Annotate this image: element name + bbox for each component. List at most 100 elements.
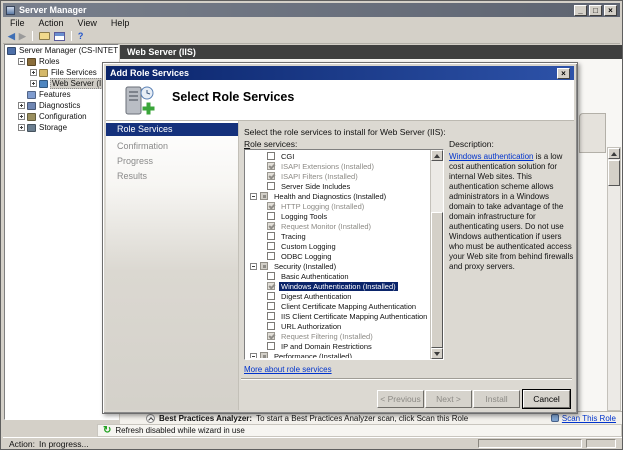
role-service-basic-authentication[interactable]: Basic Authentication [279, 272, 351, 281]
collapse-chevron-icon[interactable] [146, 414, 155, 423]
role-service-windows-authentication-installed[interactable]: Windows Authentication (Installed) [279, 282, 398, 291]
menu-file[interactable]: File [3, 18, 32, 28]
role-service-ip-and-domain-restrictions[interactable]: IP and Domain Restrictions [279, 342, 374, 351]
list-vertical-scrollbar[interactable] [430, 150, 443, 359]
back-icon[interactable]: ◀ [8, 31, 15, 42]
menu-help[interactable]: Help [104, 18, 137, 28]
step-results[interactable]: Results [106, 169, 238, 184]
role-service-checkbox[interactable] [267, 292, 275, 300]
plus-expander-icon[interactable] [18, 113, 25, 120]
role-service-checkbox[interactable] [260, 352, 268, 358]
scrollbar-thumb[interactable] [608, 160, 620, 186]
step-confirmation[interactable]: Confirmation [106, 139, 238, 154]
role-service-server-side-includes[interactable]: Server Side Includes [279, 182, 352, 191]
role-service-client-certificate-mapping-authentication[interactable]: Client Certificate Mapping Authenticatio… [279, 302, 418, 311]
role-service-performance-installed[interactable]: Performance (Installed) [272, 352, 354, 359]
role-service-checkbox[interactable] [267, 312, 275, 320]
role-service-http-logging-installed[interactable]: HTTP Logging (Installed) [279, 202, 366, 211]
tree-item-diagnostics[interactable]: Diagnostics [38, 101, 81, 110]
content-vertical-scrollbar[interactable] [607, 147, 621, 411]
role-service-checkbox[interactable] [267, 222, 275, 230]
folder-icon[interactable] [39, 32, 50, 40]
role-services-label: Role services: [244, 139, 297, 149]
role-service-row: Health and Diagnostics (Installed) [246, 191, 429, 201]
role-service-checkbox[interactable] [267, 252, 275, 260]
bpa-title: Best Practices Analyzer: [159, 414, 252, 423]
role-service-tracing[interactable]: Tracing [279, 232, 308, 241]
previous-button[interactable]: < Previous [377, 390, 424, 408]
role-service-checkbox[interactable] [267, 172, 275, 180]
list-scroll-down-icon[interactable] [431, 348, 443, 359]
dialog-main-pane: Select the role services to install for … [239, 121, 574, 410]
role-service-checkbox[interactable] [267, 242, 275, 250]
minimize-button[interactable]: _ [574, 5, 587, 16]
role-service-checkbox[interactable] [267, 152, 275, 160]
tree-item-roles[interactable]: Roles [38, 57, 60, 66]
plus-expander-icon[interactable] [18, 124, 25, 131]
install-button[interactable]: Install [473, 390, 520, 408]
next-button[interactable]: Next > [425, 390, 472, 408]
menu-view[interactable]: View [71, 18, 104, 28]
role-service-custom-logging[interactable]: Custom Logging [279, 242, 338, 251]
tree-item-storage[interactable]: Storage [38, 123, 68, 132]
more-about-role-services-link[interactable]: More about role services [244, 365, 332, 374]
cancel-button[interactable]: Cancel [523, 390, 570, 408]
role-service-checkbox[interactable] [267, 302, 275, 310]
role-service-checkbox[interactable] [267, 272, 275, 280]
role-service-row: HTTP Logging (Installed) [246, 201, 429, 211]
menu-action[interactable]: Action [32, 18, 71, 28]
role-service-checkbox[interactable] [267, 162, 275, 170]
role-service-checkbox[interactable] [267, 202, 275, 210]
role-service-iis-client-certificate-mapping-authentication[interactable]: IIS Client Certificate Mapping Authentic… [279, 312, 429, 321]
forward-icon[interactable]: ▶ [19, 31, 26, 42]
role-service-checkbox[interactable] [267, 322, 275, 330]
minus-expander-icon[interactable] [250, 193, 257, 200]
toolbar: ◀ ▶? [3, 29, 620, 44]
role-service-checkbox[interactable] [267, 332, 275, 340]
role-service-request-monitor-installed[interactable]: Request Monitor (Installed) [279, 222, 373, 231]
role-service-odbc-logging[interactable]: ODBC Logging [279, 252, 333, 261]
role-service-digest-authentication[interactable]: Digest Authentication [279, 292, 353, 301]
role-service-checkbox[interactable] [267, 342, 275, 350]
window-title: Server Manager [19, 5, 87, 15]
role-service-url-authorization[interactable]: URL Authorization [279, 322, 343, 331]
minus-expander-icon[interactable] [18, 58, 25, 65]
close-button[interactable]: × [604, 5, 617, 16]
role-service-security-installed[interactable]: Security (Installed) [272, 262, 338, 271]
role-service-checkbox[interactable] [267, 232, 275, 240]
windows-authentication-link[interactable]: Windows authentication [449, 152, 534, 161]
step-role-services[interactable]: Role Services [106, 123, 238, 136]
role-service-checkbox[interactable] [260, 262, 268, 270]
minus-expander-icon[interactable] [250, 263, 257, 270]
dialog-title-bar: Add Role Services × [106, 66, 574, 80]
scan-this-role-link[interactable]: Scan This Role [562, 414, 616, 423]
minus-expander-icon[interactable] [250, 353, 257, 359]
step-progress[interactable]: Progress [106, 154, 238, 169]
plus-expander-icon[interactable] [30, 80, 37, 87]
role-service-checkbox[interactable] [267, 182, 275, 190]
plus-expander-icon[interactable] [18, 102, 25, 109]
tree-item-features[interactable]: Features [38, 90, 72, 99]
tree-item-server-manager-cs-intetics06[interactable]: Server Manager (CS-INTETICS06) [18, 46, 119, 55]
help-icon[interactable]: ? [78, 31, 84, 42]
console-window-icon[interactable] [54, 32, 65, 41]
scroll-up-icon[interactable] [608, 148, 620, 159]
role-service-cgi[interactable]: CGI [279, 152, 296, 161]
maximize-button[interactable]: □ [589, 5, 602, 16]
role-service-request-filtering-installed[interactable]: Request Filtering (Installed) [279, 332, 375, 341]
tree-item-configuration[interactable]: Configuration [38, 112, 88, 121]
dialog-close-icon[interactable]: × [557, 68, 570, 79]
role-service-row: Server Side Includes [246, 181, 429, 191]
role-service-checkbox[interactable] [267, 282, 275, 290]
tree-item-file-services[interactable]: File Services [50, 68, 98, 77]
plus-expander-icon[interactable] [30, 69, 37, 76]
role-service-isapi-filters-installed[interactable]: ISAPI Filters (Installed) [279, 172, 360, 181]
list-scroll-up-icon[interactable] [431, 150, 443, 161]
role-service-checkbox[interactable] [267, 212, 275, 220]
role-service-checkbox[interactable] [260, 192, 268, 200]
diagnostics-icon [27, 102, 36, 110]
role-service-health-and-diagnostics-installed[interactable]: Health and Diagnostics (Installed) [272, 192, 388, 201]
list-scrollbar-thumb[interactable] [431, 212, 443, 348]
role-service-isapi-extensions-installed[interactable]: ISAPI Extensions (Installed) [279, 162, 376, 171]
role-service-logging-tools[interactable]: Logging Tools [279, 212, 329, 221]
